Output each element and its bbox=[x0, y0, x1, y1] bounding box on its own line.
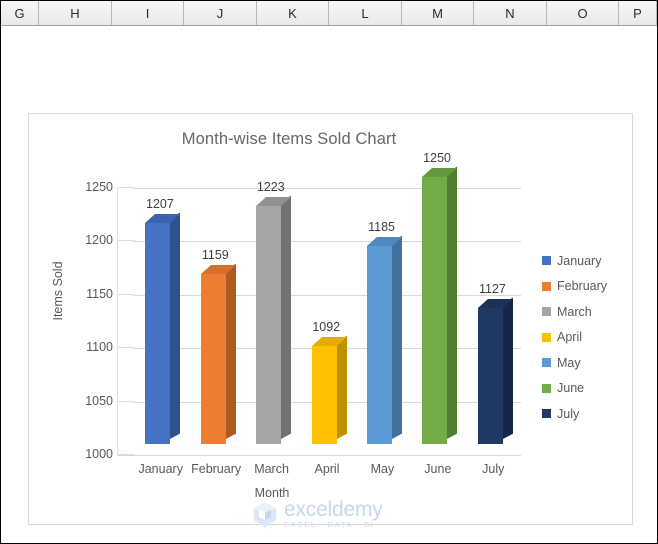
y-tick-label: 1050 bbox=[85, 393, 113, 408]
bar-side-face bbox=[336, 335, 347, 439]
column-header-i[interactable]: I bbox=[112, 1, 184, 25]
legend-color-swatch bbox=[542, 332, 551, 342]
legend-color-swatch bbox=[542, 409, 551, 419]
y-tick-label: 1000 bbox=[85, 447, 113, 461]
chart-legend[interactable]: January February March April May June July bbox=[542, 248, 628, 427]
legend-item-label: July bbox=[557, 406, 580, 421]
bar-data-label[interactable]: 1223 bbox=[257, 180, 285, 194]
legend-item-label: April bbox=[557, 330, 583, 345]
bar-front-face bbox=[145, 222, 171, 444]
chart-title[interactable]: Month-wise Items Sold Chart bbox=[29, 130, 549, 149]
y-axis-tick-labels: 1250 1200 1150 1100 1050 1000 bbox=[61, 176, 113, 461]
legend-item-january[interactable]: January bbox=[542, 248, 628, 274]
gridline bbox=[133, 188, 521, 189]
exceldemy-cube-logo-icon bbox=[253, 502, 277, 529]
y-tick-label: 1250 bbox=[85, 180, 113, 194]
bar-june[interactable]: 1250 bbox=[422, 151, 458, 444]
bar-side-face bbox=[447, 166, 458, 439]
legend-color-swatch bbox=[542, 358, 551, 368]
legend-item-label: February bbox=[557, 279, 608, 294]
column-header-h[interactable]: H bbox=[39, 1, 112, 25]
legend-item-label: January bbox=[557, 253, 602, 268]
y-tick-label: 1100 bbox=[86, 340, 113, 355]
legend-item-label: May bbox=[557, 355, 581, 370]
excel-worksheet-screenshot: GHIJKLMNOP Month-wise Items Sold Chart I… bbox=[0, 0, 658, 544]
column-header-m[interactable]: M bbox=[402, 1, 474, 25]
exceldemy-watermark: exceldemy EXCEL - DATA - BI bbox=[250, 498, 410, 532]
legend-item-label: March bbox=[557, 304, 592, 319]
column-header-g[interactable]: G bbox=[1, 1, 39, 25]
column-header-j[interactable]: J bbox=[184, 1, 257, 25]
bar-data-label[interactable]: 1092 bbox=[312, 320, 340, 334]
bar-front-face bbox=[256, 205, 282, 444]
legend-color-swatch bbox=[542, 281, 551, 291]
bar-side-face bbox=[502, 298, 513, 439]
bar-data-label[interactable]: 1185 bbox=[368, 220, 395, 234]
legend-color-swatch bbox=[542, 383, 551, 393]
bar-front-face bbox=[422, 177, 448, 444]
legend-item-june[interactable]: June bbox=[542, 376, 628, 402]
column-header-o[interactable]: O bbox=[547, 1, 619, 25]
legend-item-march[interactable]: March bbox=[542, 299, 628, 325]
bar-january[interactable]: 1207 bbox=[145, 197, 181, 444]
y-tick-label: 1150 bbox=[86, 286, 113, 301]
legend-item-may[interactable]: May bbox=[542, 350, 628, 376]
bar-front-face bbox=[366, 246, 392, 444]
bar-data-label[interactable]: 1127 bbox=[479, 282, 506, 296]
legend-item-label: June bbox=[557, 381, 585, 396]
bar-side-face bbox=[170, 212, 181, 439]
gridline bbox=[133, 294, 521, 296]
gridline bbox=[133, 455, 521, 456]
bar-february[interactable]: 1159 bbox=[200, 248, 236, 444]
plot-area[interactable]: 1207 1159 1223 1092 1185 1250 1127 bbox=[117, 151, 521, 458]
bar-april[interactable]: 1092 bbox=[311, 320, 347, 444]
column-header-p[interactable]: P bbox=[619, 1, 657, 25]
legend-color-swatch bbox=[542, 307, 551, 317]
legend-item-april[interactable]: April bbox=[542, 325, 628, 351]
bar-march[interactable]: 1223 bbox=[256, 180, 292, 444]
legend-item-february[interactable]: February bbox=[542, 274, 628, 300]
column-header-n[interactable]: N bbox=[474, 1, 547, 25]
watermark-tagline: EXCEL - DATA - BI bbox=[284, 520, 375, 529]
chart-object[interactable]: Month-wise Items Sold Chart Items Sold 1… bbox=[28, 113, 633, 525]
bar-data-label[interactable]: 1159 bbox=[202, 248, 229, 262]
bar-side-face bbox=[281, 195, 292, 439]
chart-left-wall-edge bbox=[117, 188, 118, 455]
watermark-texts: exceldemy EXCEL - DATA - BI bbox=[284, 498, 383, 530]
bar-front-face bbox=[477, 308, 503, 444]
gridline bbox=[133, 241, 521, 243]
legend-color-swatch bbox=[542, 256, 551, 266]
watermark-brand-name: exceldemy bbox=[284, 498, 383, 521]
legend-item-july[interactable]: July bbox=[542, 401, 628, 427]
bar-front-face bbox=[200, 274, 226, 444]
bar-data-label[interactable]: 1207 bbox=[146, 197, 174, 211]
x-axis-tick-labels: January February March April May June July bbox=[133, 462, 527, 482]
gridline-depth-edge bbox=[117, 443, 151, 455]
column-header-k[interactable]: K bbox=[257, 1, 329, 25]
bar-side-face bbox=[225, 263, 236, 439]
y-tick-label: 1200 bbox=[85, 233, 113, 248]
column-header-row: GHIJKLMNOP bbox=[1, 1, 657, 26]
bar-data-label[interactable]: 1250 bbox=[423, 151, 451, 165]
bar-front-face bbox=[311, 345, 337, 444]
bar-side-face bbox=[391, 236, 402, 439]
column-header-l[interactable]: L bbox=[329, 1, 402, 25]
bar-july[interactable]: 1127 bbox=[477, 282, 513, 444]
bar-may[interactable]: 1185 bbox=[366, 220, 402, 444]
x-tick-label-july: July bbox=[482, 462, 505, 476]
